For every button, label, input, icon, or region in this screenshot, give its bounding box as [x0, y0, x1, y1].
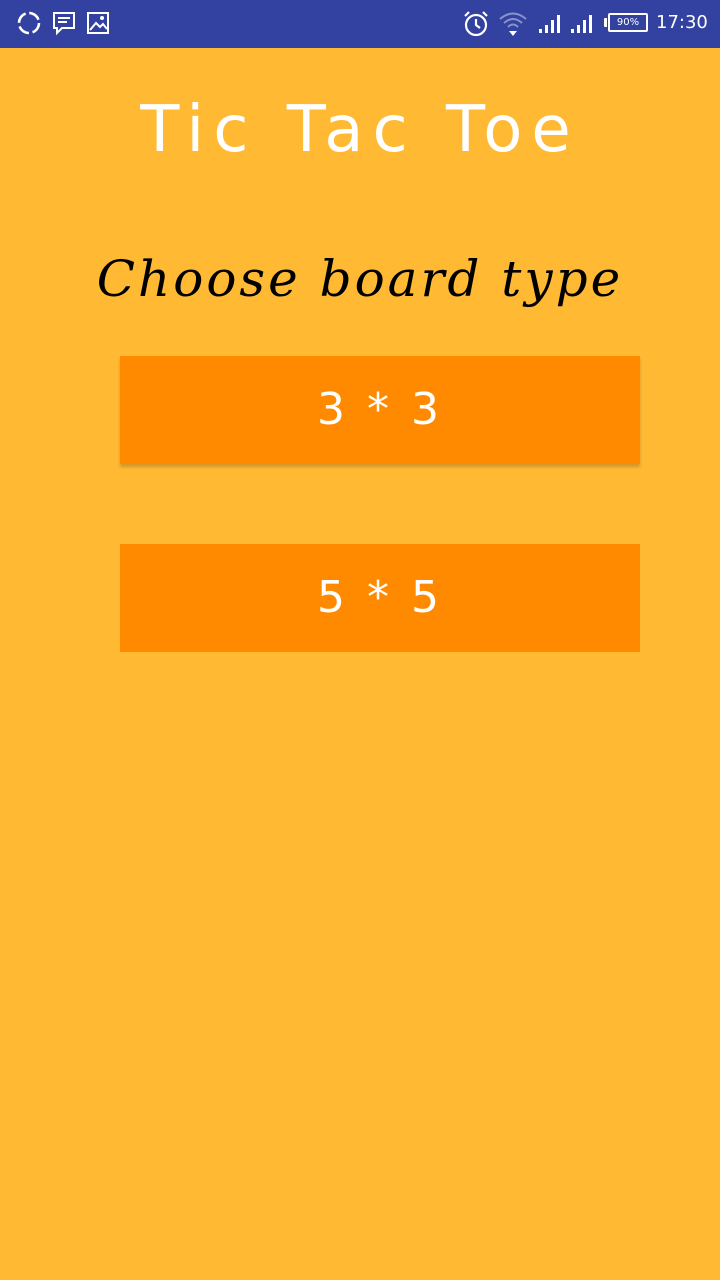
- signal-icon: [538, 10, 564, 38]
- board-type-heading: Choose board type: [96, 250, 624, 308]
- wifi-icon: [498, 10, 528, 38]
- board-3x3-button[interactable]: 3 * 3: [120, 356, 640, 464]
- alarm-icon: [462, 10, 490, 38]
- board-5x5-button[interactable]: 5 * 5: [120, 544, 640, 652]
- status-bar: 90% 17:30: [0, 0, 720, 48]
- image-icon: [86, 10, 110, 38]
- battery-icon: 90%: [608, 13, 648, 32]
- signal-icon: [570, 10, 596, 38]
- message-icon: [52, 10, 76, 38]
- app-title: Tic Tac Toe: [140, 93, 580, 167]
- battery-nub: [604, 18, 607, 27]
- battery-level: 90%: [616, 17, 640, 28]
- sync-icon: [16, 10, 42, 38]
- clock: 17:30: [656, 12, 708, 33]
